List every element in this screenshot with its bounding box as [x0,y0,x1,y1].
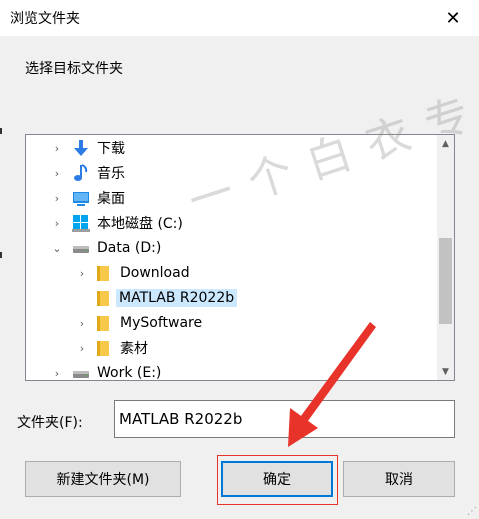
windows-drive-icon [72,215,90,232]
chevron-right-icon[interactable]: › [51,167,63,180]
tree-item-label: 下载 [97,141,125,157]
chevron-right-icon[interactable]: › [76,267,88,280]
cancel-button[interactable]: 取消 [343,461,455,497]
tree-item-label: Download [120,265,190,281]
download-icon [74,140,88,156]
tree-item-label: MySoftware [120,315,203,331]
edge-marker [0,128,2,134]
folder-field-label: 文件夹(F): [17,415,83,431]
tree-item-label: 桌面 [97,191,125,207]
tree-item-label: Data (D:) [97,240,162,256]
close-button[interactable]: ✕ [431,2,475,34]
tree-item-drive-d[interactable]: ⌄ Data (D:) [26,236,434,260]
title-bar: 浏览文件夹 ✕ [0,0,479,36]
drive-icon [73,246,89,253]
chevron-right-icon[interactable]: › [51,142,63,155]
tree-item-sucai-folder[interactable]: › 素材 [26,336,434,360]
tree-item-mysoftware-folder[interactable]: › MySoftware [26,311,434,335]
tree-item-label: 本地磁盘 (C:) [97,216,183,232]
scroll-thumb[interactable] [439,238,452,324]
chevron-right-icon[interactable]: › [51,192,63,205]
window-title: 浏览文件夹 [10,11,80,27]
ok-button[interactable]: 确定 [221,461,333,497]
drive-icon [73,371,89,378]
instruction-text: 选择目标文件夹 [25,61,123,77]
chevron-right-icon[interactable]: › [51,217,63,230]
new-folder-button[interactable]: 新建文件夹(M) [25,461,181,497]
folder-name-input[interactable] [114,400,455,438]
chevron-right-icon[interactable]: › [76,317,88,330]
folder-icon [97,341,109,356]
edge-marker [0,252,2,258]
folder-icon [97,266,109,281]
tree-item-matlab-folder[interactable]: MATLAB R2022b [26,286,434,310]
desktop-icon [73,192,89,206]
tree-item-label: MATLAB R2022b [116,289,238,307]
folder-icon [97,316,109,331]
tree-item-label: 素材 [120,341,148,357]
chevron-right-icon[interactable]: › [76,342,88,355]
vertical-scrollbar[interactable]: ▲ ▼ [437,135,454,380]
chevron-right-icon[interactable]: › [51,367,63,380]
music-icon [74,164,88,181]
tree-item-download-folder[interactable]: › Download [26,261,434,285]
chevron-down-icon[interactable]: ⌄ [51,242,63,255]
folder-icon [97,291,109,306]
scroll-down-icon[interactable]: ▼ [437,363,454,380]
tree-item-label: Work (E:) [97,365,162,381]
tree-item-label: 音乐 [97,166,125,182]
resize-grip-icon[interactable]: ⋰ [467,506,477,517]
browse-folder-dialog: 浏览文件夹 ✕ 选择目标文件夹 › 下载 › 音乐 › 桌面 › 本地磁盘 (C… [0,0,479,519]
tree-item-drive-e[interactable]: › Work (E:) [26,361,434,381]
